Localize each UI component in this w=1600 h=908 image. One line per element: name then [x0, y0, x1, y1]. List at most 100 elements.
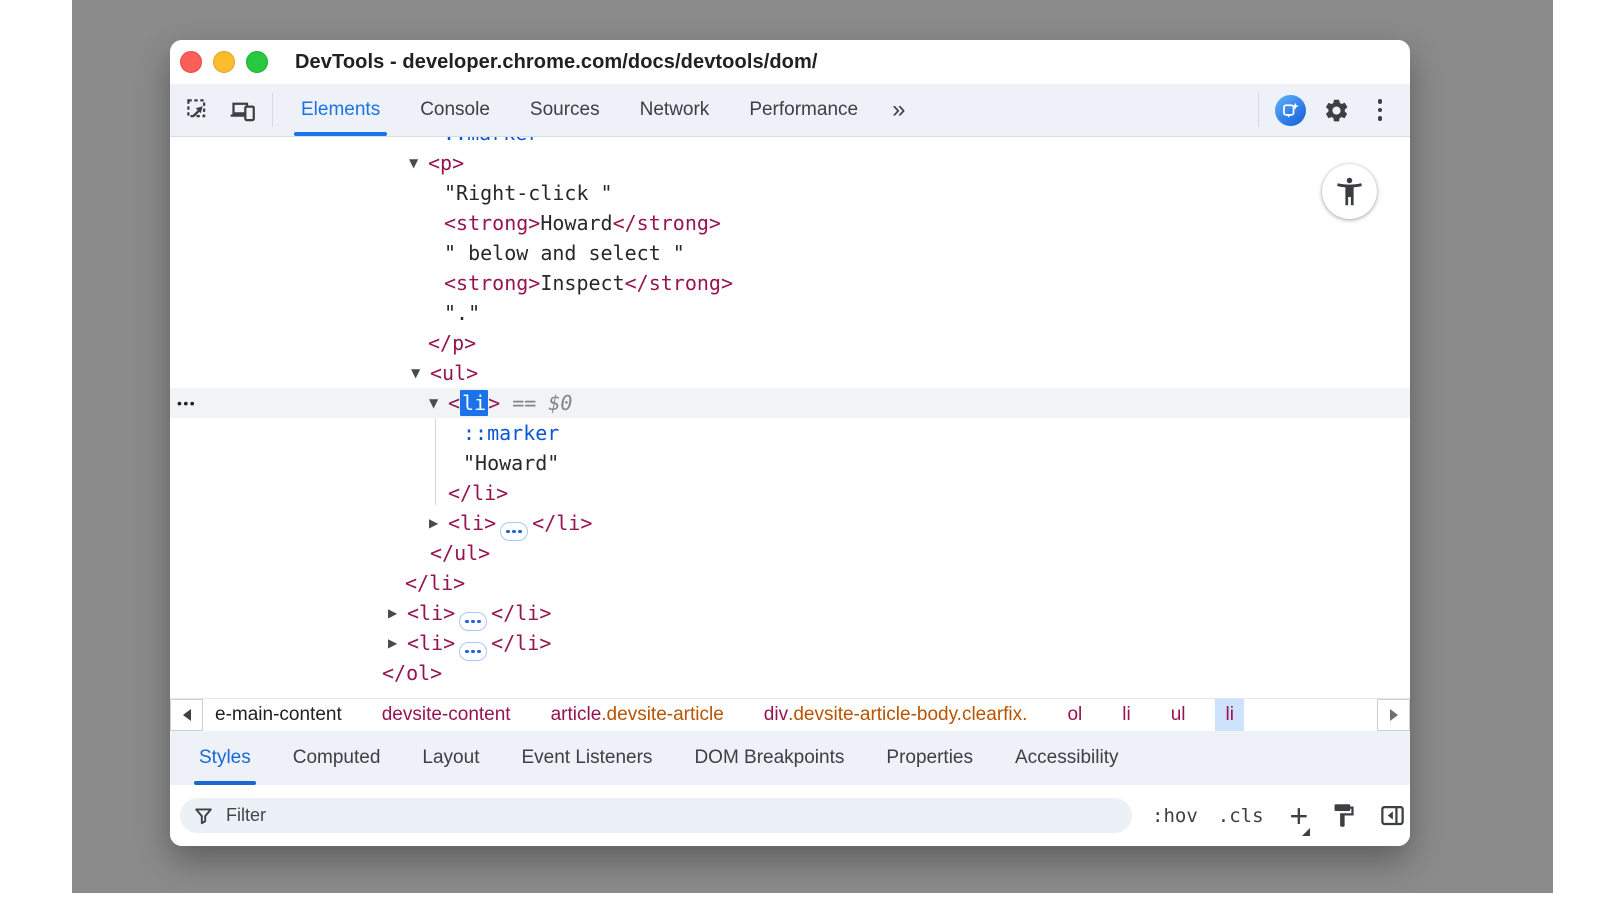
chevron-right-icon — [1390, 709, 1398, 721]
rendering-brush-icon[interactable] — [1330, 802, 1357, 829]
panel-tab-event-listeners[interactable]: Event Listeners — [500, 731, 673, 785]
dom-tree-row[interactable]: </li> — [170, 568, 1410, 598]
dom-segment-tag: </p> — [428, 331, 476, 355]
dom-segment-tag: </li> — [448, 481, 508, 505]
collapsed-arrow-icon[interactable]: ▶ — [388, 598, 397, 628]
panel-tab-layout[interactable]: Layout — [401, 731, 500, 785]
screenshot-canvas: DevTools - developer.chrome.com/docs/dev… — [0, 0, 1600, 908]
crumb-tag-part: ol — [1067, 704, 1082, 726]
inspect-icon[interactable] — [176, 88, 220, 132]
toolbar-divider — [272, 93, 273, 127]
settings-gear-icon[interactable] — [1314, 88, 1358, 132]
expanded-arrow-icon[interactable]: ▼ — [409, 148, 418, 178]
dom-tree-row[interactable]: ▼<p> — [170, 148, 1410, 178]
device-toolbar-icon[interactable] — [220, 88, 264, 132]
tab-performance[interactable]: Performance — [729, 84, 878, 136]
breadcrumb-item[interactable]: ul — [1161, 699, 1196, 731]
crumb-cls-part: .devsite-article — [601, 704, 724, 726]
toolbar-divider-right — [1258, 93, 1259, 127]
breadcrumb-scroll-right-button[interactable] — [1377, 699, 1410, 731]
dom-tree-row[interactable]: <strong>Inspect</strong> — [170, 268, 1410, 298]
dom-tree-row-selected[interactable]: •••▼<li> == $0 — [170, 388, 1410, 418]
filter-text-field[interactable] — [224, 804, 1119, 827]
breadcrumb-item[interactable]: devsite-content — [372, 699, 521, 731]
collapsed-arrow-icon[interactable]: ▶ — [429, 508, 438, 538]
dom-segment-text: Howard — [540, 211, 612, 235]
maximize-window-button[interactable] — [246, 51, 268, 73]
panel-tab-dom-breakpoints[interactable]: DOM Breakpoints — [673, 731, 865, 785]
crumb-tag-part: ul — [1171, 704, 1186, 726]
filter-input[interactable] — [180, 798, 1132, 833]
minimize-window-button[interactable] — [213, 51, 235, 73]
main-toolbar: ElementsConsoleSourcesNetworkPerformance… — [170, 84, 1410, 137]
dom-tree-row[interactable]: ▼ <ul> — [170, 358, 1410, 388]
close-window-button[interactable] — [180, 51, 202, 73]
dom-tree-row[interactable]: "Howard" — [170, 448, 1410, 478]
toggle-sidebar-icon[interactable] — [1379, 802, 1406, 829]
dom-tree-row[interactable]: " below and select " — [170, 238, 1410, 268]
window-title: DevTools - developer.chrome.com/docs/dev… — [295, 51, 818, 74]
breadcrumb-items: e-main-content devsite-content article.dev… — [203, 699, 1377, 731]
breadcrumb-item[interactable]: div.devsite-article-body.clearfix. — [754, 699, 1038, 731]
breadcrumb-item[interactable]: ol — [1057, 699, 1092, 731]
accessibility-widget-button[interactable] — [1322, 164, 1377, 219]
dom-segment-tag: </li> — [491, 601, 551, 625]
indent-guide — [435, 419, 436, 505]
dom-segment-pseudo: ::marker — [443, 137, 539, 145]
styles-filter-bar: :hov .cls + — [170, 785, 1410, 846]
toggle-element-state-button[interactable]: :hov — [1152, 805, 1198, 827]
panel-tab-accessibility[interactable]: Accessibility — [994, 731, 1139, 785]
dom-tree-row[interactable]: </ul> — [170, 538, 1410, 568]
chevron-left-icon — [183, 709, 191, 721]
dom-segment-text: "." — [444, 301, 480, 325]
dom-tree: ::marker▼<p>"Right-click "<strong>Howard… — [170, 137, 1410, 688]
dom-tree-row[interactable]: "." — [170, 298, 1410, 328]
more-tabs-icon[interactable]: » — [878, 98, 919, 122]
dom-segment-tag: <li> — [448, 511, 496, 535]
dom-tree-row[interactable]: </ol> — [170, 658, 1410, 688]
panel-tab-computed[interactable]: Computed — [272, 731, 402, 785]
dom-segment-text: Inspect — [540, 271, 624, 295]
ai-assistance-icon[interactable] — [1275, 95, 1306, 126]
breadcrumb-scroll-left-button[interactable] — [170, 699, 203, 731]
dom-segment-tag: <strong> — [444, 271, 540, 295]
dom-tree-row[interactable]: "Right-click " — [170, 178, 1410, 208]
collapsed-arrow-icon[interactable]: ▶ — [388, 628, 397, 658]
tab-sources[interactable]: Sources — [510, 84, 620, 136]
more-options-kebab-icon[interactable] — [1358, 88, 1402, 132]
toolbar-right-controls — [1250, 88, 1402, 132]
overflow-dots-icon[interactable]: ••• — [177, 388, 196, 418]
dom-tree-row[interactable]: </li> — [170, 478, 1410, 508]
breadcrumb-item[interactable]: e-main-content — [205, 699, 352, 731]
crumb-tag-part: devsite-content — [382, 704, 511, 726]
breadcrumb-item[interactable]: article.devsite-article — [541, 699, 734, 731]
expanded-arrow-icon[interactable]: ▼ — [429, 388, 438, 418]
tab-console[interactable]: Console — [400, 84, 510, 136]
dom-tree-row[interactable]: ::marker — [170, 137, 1410, 148]
element-classes-button[interactable]: .cls — [1218, 805, 1264, 827]
dom-tree-row[interactable]: ▶<li></li> — [170, 628, 1410, 658]
dom-segment-dollar: $0 — [548, 391, 572, 415]
breadcrumb-item-selected[interactable]: li — [1215, 699, 1243, 731]
dom-tree-row[interactable]: ::marker — [170, 418, 1410, 448]
devtools-tab-bar: ElementsConsoleSourcesNetworkPerformance — [281, 84, 878, 136]
dom-tree-row[interactable]: <strong>Howard</strong> — [170, 208, 1410, 238]
dom-tree-row[interactable]: ▶ <li> </li> — [170, 508, 1410, 538]
dom-segment-tag: </strong> — [625, 271, 733, 295]
tab-elements[interactable]: Elements — [281, 84, 400, 136]
titlebar: DevTools - developer.chrome.com/docs/dev… — [170, 40, 1410, 84]
panel-tab-styles[interactable]: Styles — [178, 731, 272, 785]
panel-tab-properties[interactable]: Properties — [865, 731, 994, 785]
dom-tree-row[interactable]: </p> — [170, 328, 1410, 358]
dom-segment-tag: <ul> — [430, 361, 478, 385]
dom-segment-tag: </li> — [532, 511, 592, 535]
new-style-rule-button[interactable]: + — [1290, 800, 1309, 832]
dom-segment-equals: == — [500, 391, 548, 415]
breadcrumb-item[interactable]: li — [1112, 699, 1140, 731]
expanded-arrow-icon[interactable]: ▼ — [411, 358, 420, 388]
accessibility-icon — [1333, 175, 1366, 208]
styles-panel-tab-bar: StylesComputedLayoutEvent ListenersDOM B… — [170, 731, 1410, 785]
tab-network[interactable]: Network — [620, 84, 730, 136]
dom-tree-row[interactable]: ▶<li></li> — [170, 598, 1410, 628]
dom-segment-tag: </ul> — [430, 541, 490, 565]
